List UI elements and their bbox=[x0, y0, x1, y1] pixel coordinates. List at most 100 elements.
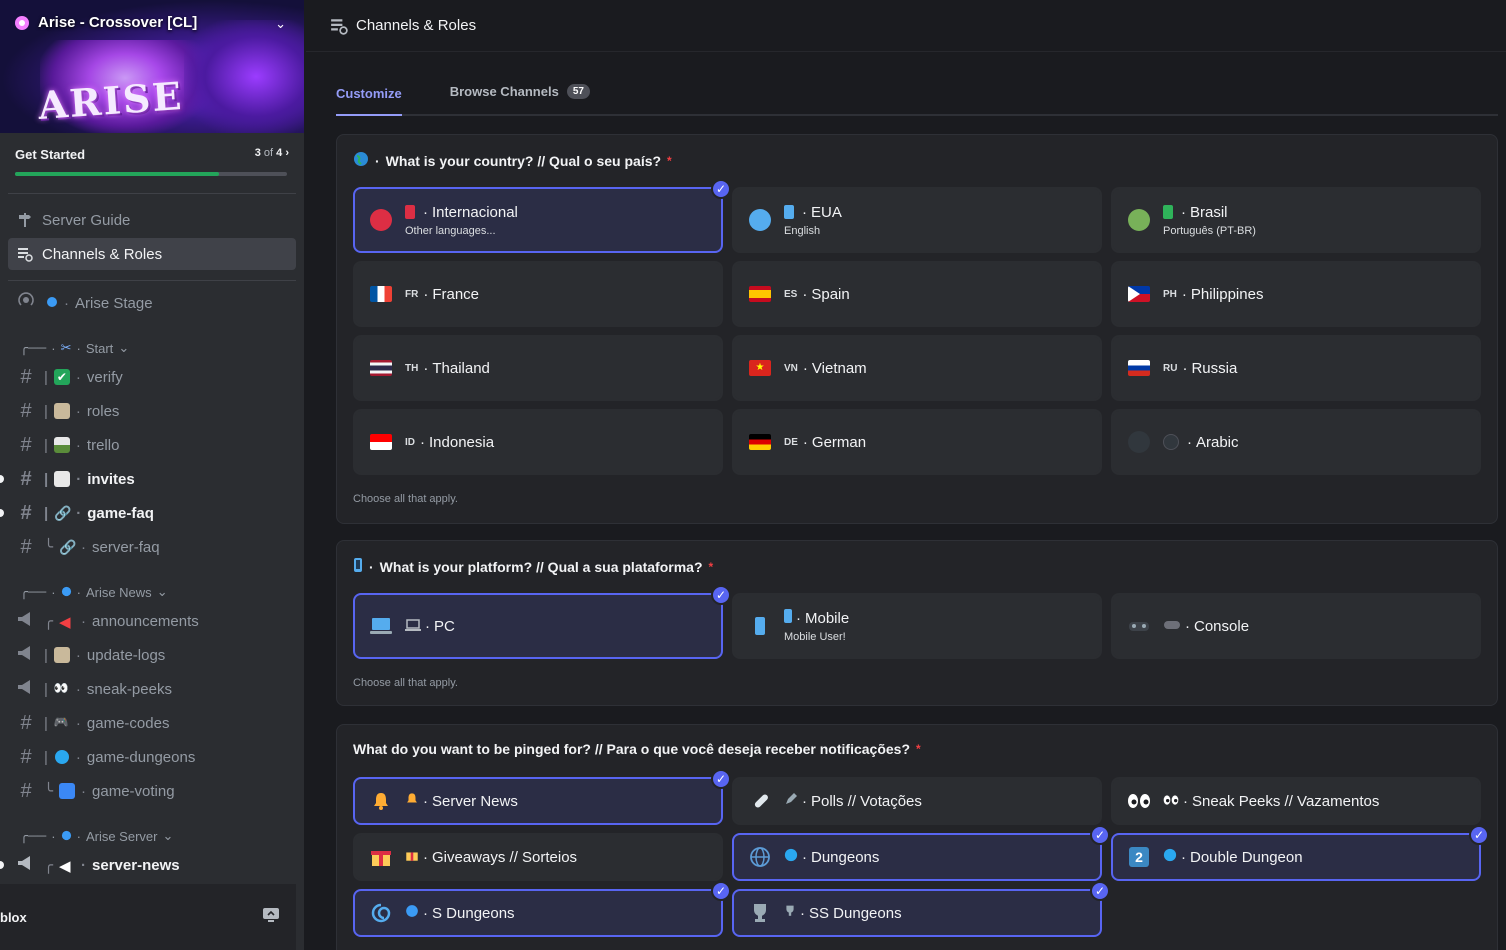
category-server[interactable]: ╭── · · Arise Server ⌄ bbox=[20, 828, 173, 844]
globe-icon bbox=[54, 749, 70, 765]
channel-update-logs[interactable]: | · update-logs bbox=[0, 640, 304, 670]
svg-text:2: 2 bbox=[1135, 849, 1143, 865]
flag-russia-icon bbox=[1127, 356, 1151, 380]
option-label: Polls // Votações bbox=[811, 792, 922, 810]
keycap-two-icon: 2 bbox=[1127, 845, 1151, 869]
globe-icon bbox=[353, 151, 369, 170]
option-polls[interactable]: · Polls // Votações bbox=[732, 777, 1102, 825]
chevron-right-icon: › bbox=[285, 147, 289, 159]
option-german[interactable]: DE · German bbox=[732, 409, 1102, 475]
selected-check-icon: ✓ bbox=[1090, 825, 1110, 845]
option-label: Internacional bbox=[432, 203, 518, 221]
progress-track bbox=[15, 172, 287, 176]
question-text: What do you want to be pinged for? // Pa… bbox=[353, 741, 910, 757]
stage-channel[interactable]: · Arise Stage bbox=[0, 288, 304, 318]
channel-label: game-dungeons bbox=[86, 748, 196, 766]
header-bar: Channels & Roles bbox=[306, 0, 1506, 52]
channel-game-voting[interactable]: # ╰ · game-voting bbox=[0, 776, 304, 806]
laptop-icon bbox=[369, 614, 393, 638]
category-start[interactable]: ╭── · ✂ · Start ⌄ bbox=[20, 340, 129, 356]
selected-check-icon: ✓ bbox=[711, 585, 731, 605]
option-russia[interactable]: RU · Russia bbox=[1111, 335, 1481, 401]
option-arabic[interactable]: · Arabic bbox=[1111, 409, 1481, 475]
option-eua[interactable]: · EUA English bbox=[732, 187, 1102, 253]
loudspeaker-icon: ◀ bbox=[59, 614, 71, 631]
option-thailand[interactable]: TH · Thailand bbox=[353, 335, 723, 401]
country-code: PH bbox=[1163, 288, 1177, 300]
server-header[interactable]: Arise - Crossover [CL] bbox=[14, 14, 197, 31]
channel-label: game-faq bbox=[87, 504, 154, 522]
megaphone-icon bbox=[16, 644, 36, 667]
tab-browse-channels[interactable]: Browse Channels 57 bbox=[450, 72, 590, 110]
tab-browse-label: Browse Channels bbox=[449, 83, 559, 99]
channel-game-codes[interactable]: # | 🎮 · game-codes bbox=[0, 708, 304, 738]
channel-server-news[interactable]: ╭ ◀ · server-news bbox=[0, 850, 304, 880]
option-internacional[interactable]: · Internacional Other languages... ✓ bbox=[353, 179, 731, 253]
server-banner[interactable]: Arise - Crossover [CL] ⌄ ARISE bbox=[0, 0, 304, 133]
option-indonesia[interactable]: ID · Indonesia bbox=[353, 409, 723, 475]
option-label: Thailand bbox=[432, 359, 490, 377]
country-code: FR bbox=[405, 288, 419, 300]
selected-check-icon: ✓ bbox=[1469, 825, 1489, 845]
option-label: Arabic bbox=[1196, 433, 1239, 451]
option-france[interactable]: FR · France bbox=[353, 261, 723, 327]
option-label: Console bbox=[1194, 617, 1250, 635]
trophy-icon bbox=[784, 904, 796, 922]
globe-icon bbox=[784, 848, 798, 866]
channel-label: invites bbox=[87, 470, 135, 488]
option-ss-dungeons[interactable]: · SS Dungeons ✓ bbox=[732, 881, 1110, 937]
stage-channel-label: Arise Stage bbox=[75, 294, 153, 312]
clipboard-icon bbox=[53, 403, 70, 419]
option-label: Brasil bbox=[1190, 203, 1228, 221]
option-pc[interactable]: · PC ✓ bbox=[353, 585, 731, 659]
user-name[interactable]: blox bbox=[0, 910, 27, 925]
main-panel: Channels & Roles Customize Browse Channe… bbox=[306, 0, 1506, 950]
channel-game-dungeons[interactable]: # | · game-dungeons bbox=[0, 742, 304, 772]
option-vietnam[interactable]: ★ VN · Vietnam bbox=[732, 335, 1102, 401]
flag-germany-icon bbox=[748, 430, 772, 454]
channel-roles[interactable]: # | · roles bbox=[0, 396, 304, 426]
option-brasil[interactable]: · Brasil Português (PT-BR) bbox=[1111, 187, 1481, 253]
choose-hint: Choose all that apply. bbox=[353, 677, 458, 689]
channel-invites[interactable]: # | · invites bbox=[0, 464, 304, 494]
channel-verify[interactable]: # | ✔ · verify bbox=[0, 362, 304, 392]
nav-channels-roles[interactable]: Channels & Roles bbox=[8, 238, 296, 270]
eyes-icon: 👀 bbox=[53, 681, 69, 695]
channel-server-faq[interactable]: # ╰ 🔗 · server-faq bbox=[0, 532, 304, 562]
option-sneak-peeks[interactable]: · Sneak Peeks // Vazamentos bbox=[1111, 777, 1481, 825]
option-subtitle: Other languages... bbox=[405, 224, 496, 237]
diamond-icon bbox=[61, 585, 72, 600]
channel-label: announcements bbox=[92, 612, 199, 630]
option-philippines[interactable]: PH · Philippines bbox=[1111, 261, 1481, 327]
hash-icon: # bbox=[20, 779, 32, 802]
screen-share-icon[interactable] bbox=[262, 907, 280, 928]
chevron-down-icon[interactable]: ⌄ bbox=[275, 16, 286, 32]
category-news[interactable]: ╭── · · Arise News ⌄ bbox=[20, 584, 168, 600]
channel-announcements[interactable]: ╭ ◀ · announcements bbox=[0, 606, 304, 636]
option-s-dungeons[interactable]: · S Dungeons ✓ bbox=[353, 881, 731, 937]
channel-game-faq[interactable]: # | 🔗 · game-faq bbox=[0, 498, 304, 528]
laptop-icon bbox=[405, 618, 421, 635]
channels-roles-icon bbox=[16, 245, 34, 263]
channel-label: update-logs bbox=[86, 646, 166, 664]
get-started-panel[interactable]: Get Started 3 of 4 › bbox=[0, 133, 304, 193]
tab-bar: Customize Browse Channels 57 bbox=[336, 72, 1498, 116]
option-label: Philippines bbox=[1190, 285, 1264, 303]
channel-trello[interactable]: # | · trello bbox=[0, 430, 304, 460]
channel-label: game-voting bbox=[92, 782, 175, 800]
option-server-news[interactable]: · Server News ✓ bbox=[353, 769, 731, 825]
hash-icon: # bbox=[20, 535, 32, 558]
option-console[interactable]: · Console bbox=[1111, 593, 1481, 659]
option-double-dungeon[interactable]: 2 · Double Dungeon ✓ bbox=[1111, 825, 1489, 881]
option-mobile[interactable]: · Mobile Mobile User! bbox=[732, 593, 1102, 659]
gamepad-icon bbox=[1163, 618, 1181, 635]
tab-customize[interactable]: Customize bbox=[336, 72, 402, 116]
option-dungeons[interactable]: · Dungeons ✓ bbox=[732, 825, 1110, 881]
flag-france-icon bbox=[369, 282, 393, 306]
option-spain[interactable]: ES · Spain bbox=[732, 261, 1102, 327]
option-label: Server News bbox=[432, 792, 518, 810]
nav-server-guide[interactable]: Server Guide bbox=[8, 204, 296, 236]
user-panel: blox bbox=[0, 884, 296, 950]
channel-sneak-peeks[interactable]: | 👀 · sneak-peeks bbox=[0, 674, 304, 704]
option-giveaways[interactable]: · Giveaways // Sorteios bbox=[353, 833, 723, 881]
